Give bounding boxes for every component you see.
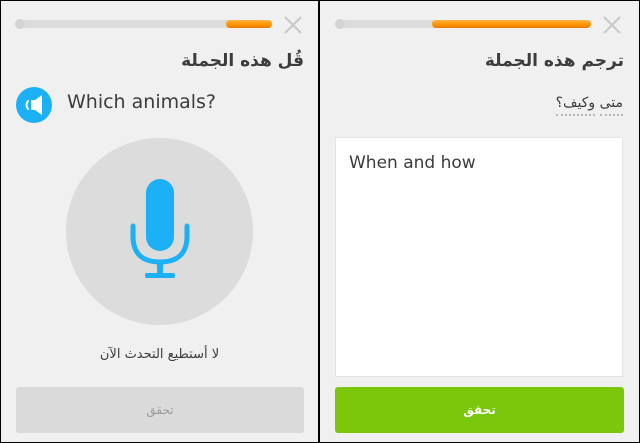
source-word[interactable]: وكيف؟ — [555, 95, 596, 116]
progress-bar — [15, 19, 272, 29]
check-button[interactable]: تحقق — [335, 387, 624, 433]
microphone-icon — [130, 179, 190, 278]
speaker-icon[interactable] — [16, 87, 52, 123]
answer-text: When and how — [349, 153, 476, 173]
source-sentence: متى وكيف؟ — [555, 95, 623, 116]
speak-exercise-screen: قُل هذه الجملة Which animals? لا أستطيع … — [1, 1, 318, 442]
cant-speak-link[interactable]: لا أستطيع التحدث الآن — [1, 347, 318, 362]
prompt-sentence: Which animals? — [67, 91, 217, 113]
progress-fill — [226, 20, 272, 28]
source-word[interactable]: متى — [599, 95, 623, 116]
check-button-disabled[interactable]: تحقق — [16, 387, 304, 433]
translate-exercise-screen: ترجم هذه الجملة متى وكيف؟ When and how ت… — [320, 1, 639, 442]
progress-start-dot — [15, 19, 25, 29]
microphone-button[interactable] — [66, 138, 253, 325]
progress-bar — [335, 19, 591, 29]
progress-start-dot — [335, 19, 345, 29]
close-icon[interactable] — [601, 14, 623, 36]
close-icon[interactable] — [282, 14, 304, 36]
progress-fill — [431, 20, 591, 28]
exercise-title: قُل هذه الجملة — [181, 51, 304, 71]
exercise-title: ترجم هذه الجملة — [484, 51, 624, 71]
answer-input[interactable]: When and how — [335, 137, 623, 377]
